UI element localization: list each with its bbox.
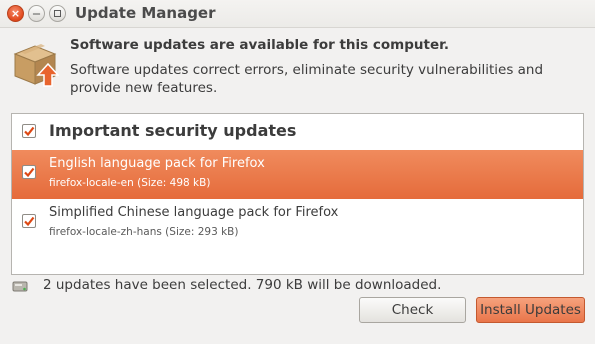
update-item-checkbox[interactable] [22, 214, 36, 228]
update-item-name: English language pack for Firefox [49, 156, 265, 171]
update-item-row[interactable]: Simplified Chinese language pack for Fir… [12, 199, 583, 248]
checkmark-icon [24, 216, 35, 227]
disk-status-icon [12, 281, 28, 292]
title-bar: × — Update Manager [0, 0, 595, 28]
window-title: Update Manager [75, 4, 216, 22]
download-status: 2 updates have been selected. 790 kB wil… [43, 277, 442, 293]
checkmark-icon [24, 126, 35, 137]
close-icon: × [10, 7, 21, 20]
package-upgrade-icon [13, 44, 59, 87]
maximize-button[interactable] [49, 5, 66, 22]
update-item-name: Simplified Chinese language pack for Fir… [49, 205, 339, 220]
update-item-detail: firefox-locale-en (Size: 498 kB) [49, 177, 211, 189]
checkmark-icon [24, 167, 35, 178]
check-button[interactable]: Check [359, 297, 466, 323]
close-button[interactable]: × [7, 5, 24, 22]
update-item-detail: firefox-locale-zh-hans (Size: 293 kB) [49, 226, 239, 238]
group-checkbox[interactable] [22, 124, 36, 138]
updates-description: Software updates correct errors, elimina… [70, 62, 544, 96]
install-updates-button[interactable]: Install Updates [476, 297, 585, 323]
update-group-row[interactable]: Important security updates [12, 114, 583, 149]
minimize-icon: — [32, 8, 41, 18]
update-item-checkbox[interactable] [22, 165, 36, 179]
update-item-row[interactable]: English language pack for Firefox firefo… [12, 150, 583, 199]
updates-headline: Software updates are available for this … [70, 37, 449, 53]
updates-list[interactable]: Important security updates English langu… [11, 113, 584, 275]
minimize-button[interactable]: — [28, 5, 45, 22]
update-group-label: Important security updates [49, 121, 297, 140]
maximize-icon [54, 10, 61, 17]
